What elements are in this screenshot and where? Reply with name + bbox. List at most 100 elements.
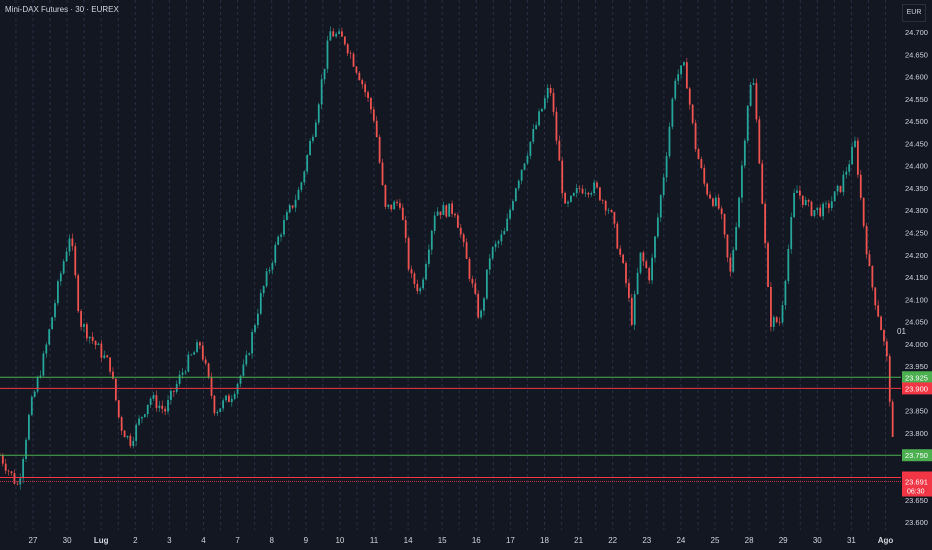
candle [459,227,462,235]
candle [743,140,746,166]
candle [590,193,593,195]
candle [491,247,494,259]
candle [114,378,117,401]
candle [462,234,465,243]
candle [68,238,71,252]
candle [471,278,474,284]
candle [228,395,230,403]
candle [529,141,532,156]
candle [33,391,36,397]
candle [54,303,56,318]
candle [146,404,149,415]
candle [755,83,758,120]
candle [558,140,561,161]
candle [335,33,338,37]
candle [341,31,343,37]
candle [671,98,674,127]
x-axis-tick-label: 28 [745,536,754,545]
candle [97,343,100,346]
candle [891,401,894,437]
candle [219,408,222,413]
candle [593,182,596,194]
candle [816,207,819,211]
candle [370,98,372,110]
candle [648,268,651,281]
candle [404,220,407,238]
y-axis-tick-label: 24.150 [905,273,928,282]
candle [259,293,262,314]
candle [555,111,558,141]
candle [94,340,97,346]
candle [422,279,425,289]
candle [856,140,859,175]
candle [827,203,830,208]
y-axis-tick-label: 23.650 [905,496,928,505]
candle [233,394,236,399]
symbol-title: Mini-DAX Futures · 30 · EUREX [5,5,119,14]
candle [225,395,227,401]
candle [42,353,45,376]
candle [541,108,543,112]
candle [691,104,694,123]
last-price-label: 23.691 [905,478,928,487]
candle [752,83,755,85]
candle [314,122,317,137]
candle [778,322,781,323]
x-axis-tick-label: 18 [540,536,549,545]
candle [187,354,190,372]
x-axis-tick-label: 29 [779,536,788,545]
candle [587,192,590,195]
y-axis-tick-label: 24.100 [905,295,928,304]
candle [497,241,500,244]
candle [161,405,164,409]
candle [329,31,332,41]
candle [138,418,140,425]
candle [254,325,256,332]
candle [207,363,210,378]
candle [749,84,752,106]
candle [22,459,25,479]
candle [428,249,430,264]
y-axis-tick-label: 24.650 [905,50,928,59]
candle [164,408,167,412]
candle [178,374,181,384]
candle [399,203,401,208]
candle [514,188,517,202]
candle [862,197,865,226]
candle [294,199,297,208]
candle [503,230,506,235]
price-chart[interactable]: 27 30 Lug 2 3 4 7 8 9 10 11 14 15 16 17 18 21 22 23 24 25 28 2… [0,0,932,550]
x-axis-tick-label: 10 [335,536,344,545]
x-axis-tick-label: 17 [506,536,515,545]
x-axis-tick-label: 21 [574,536,583,545]
candle [103,355,106,358]
candle [132,440,135,446]
candle [810,201,813,216]
candle [604,200,607,211]
currency-button[interactable]: EUR [902,4,926,22]
candle [888,356,891,402]
candle [367,92,369,99]
candle [868,254,871,267]
candle [654,236,656,258]
candle [680,65,682,75]
candle [825,203,827,205]
x-axis-tick-label: 14 [404,536,413,545]
y-axis-tick-label: 24.250 [905,228,928,237]
candle [512,201,514,210]
candle [10,471,13,474]
candle [775,317,778,323]
candle [358,72,361,81]
candle [584,192,587,194]
x-axis-tick-label: 22 [608,536,617,545]
candle [787,248,790,281]
candle [639,252,642,273]
candle [622,254,625,264]
candle [28,414,30,440]
candle [425,263,427,280]
candle [442,205,445,216]
candle [338,31,340,34]
candle [361,80,364,85]
candle [381,162,384,185]
candle [326,40,329,69]
